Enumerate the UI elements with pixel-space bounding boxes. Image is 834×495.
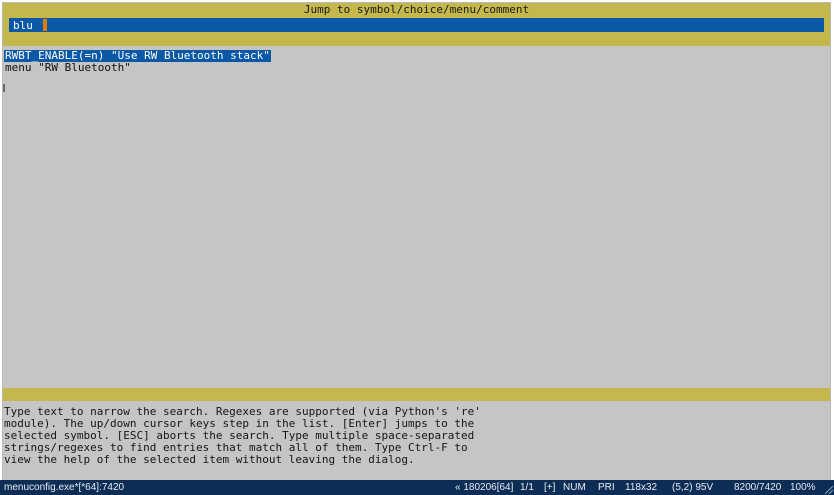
dialog-header: Jump to symbol/choice/menu/comment blu <box>3 3 830 46</box>
result-item-rw-bluetooth-menu[interactable]: menu "RW Bluetooth" <box>4 62 132 74</box>
console-statusbar: menuconfig.exe*[*64]:7420 « 180206[64] 1… <box>0 480 834 495</box>
menuconfig-window: Jump to symbol/choice/menu/comment blu R… <box>2 2 831 481</box>
results-list[interactable]: RWBT_ENABLE(=n) "Use RW Bluetooth stack"… <box>3 47 830 388</box>
console-tab-label[interactable]: menuconfig.exe*[*64]:7420 <box>4 480 124 495</box>
position-counter: 1/1 <box>520 482 534 493</box>
priority-indicator: PRI <box>598 482 615 493</box>
search-input[interactable]: blu <box>9 18 824 32</box>
num-lock-indicator: NUM <box>563 482 586 493</box>
resize-grip-icon[interactable] <box>823 484 833 494</box>
list-scroll-indicator <box>3 84 5 92</box>
help-text: Type text to narrow the search. Regexes … <box>3 401 830 480</box>
help-line: view the help of the selected item witho… <box>4 453 415 466</box>
zoom-level[interactable]: 100% <box>790 480 816 495</box>
modified-flag: [+] <box>544 482 556 493</box>
dialog-divider <box>3 388 830 401</box>
build-info: « 180206[64] <box>455 482 514 493</box>
console-size: 118x32 <box>625 482 658 493</box>
text-cursor <box>43 19 47 31</box>
search-input-value: blu <box>13 19 33 32</box>
process-id: 8200/7420 <box>734 482 782 493</box>
cursor-position: (5,2) 95V <box>672 482 714 493</box>
dialog-title: Jump to symbol/choice/menu/comment <box>303 3 530 16</box>
